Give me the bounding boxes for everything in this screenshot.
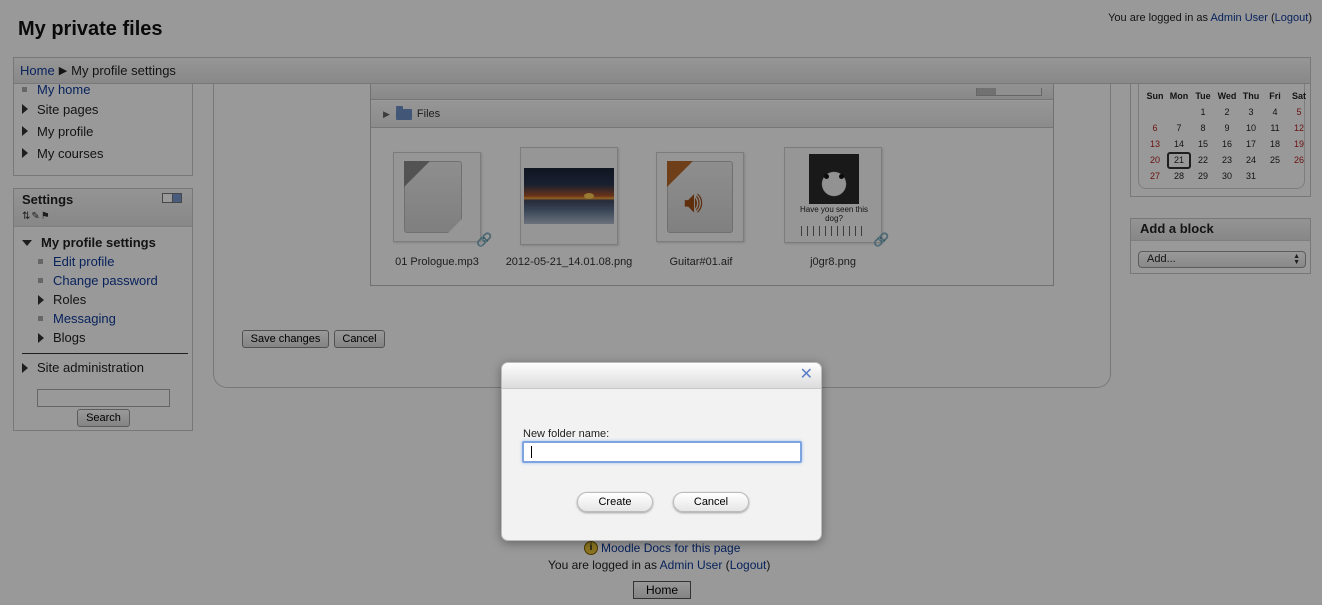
text-caret	[531, 446, 532, 458]
folder-name-label: New folder name:	[523, 428, 610, 440]
dialog-header: ✕	[502, 363, 821, 389]
close-icon[interactable]: ✕	[800, 367, 813, 383]
new-folder-dialog: ✕ New folder name: Create Cancel	[501, 362, 822, 541]
create-button[interactable]: Create	[577, 492, 653, 512]
folder-name-input[interactable]	[522, 441, 802, 463]
dialog-cancel-button[interactable]: Cancel	[673, 492, 749, 512]
